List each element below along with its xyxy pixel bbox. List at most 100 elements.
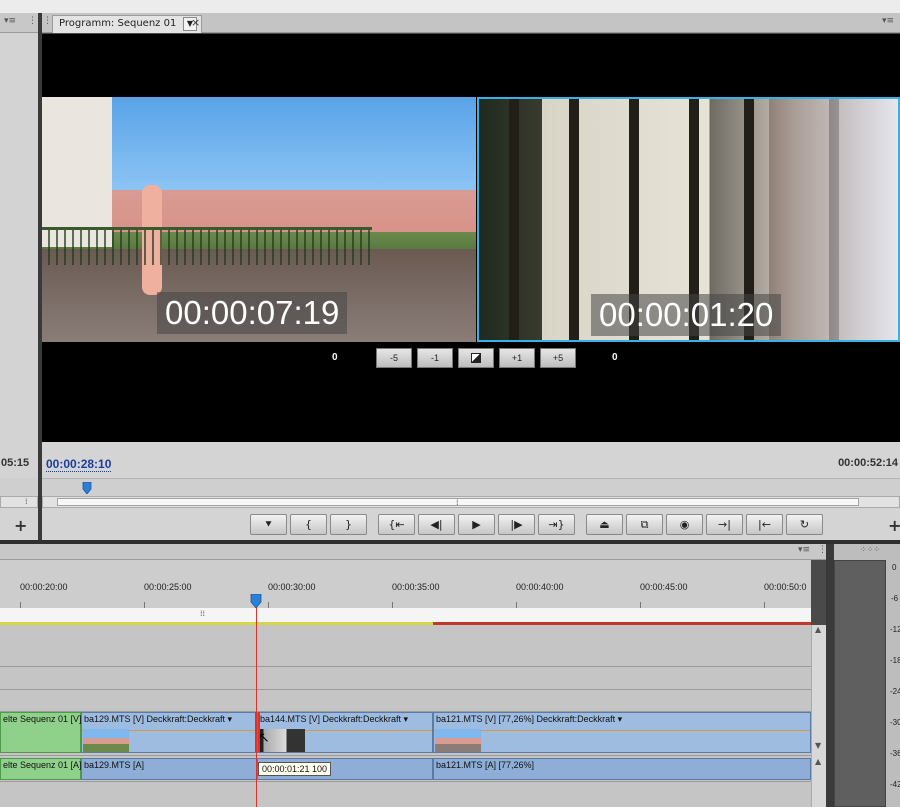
meter-label: -36 [890,749,900,758]
clip-title: ba121.MTS [A] [77,26%] [436,760,535,770]
monitor-time-ruler[interactable] [42,478,900,496]
track-divider [0,689,811,690]
go-to-in-icon: {⇤ [388,518,405,531]
clip-thumbnail [83,729,129,752]
timeline-ruler[interactable]: 00:00:20:00 00:00:25:00 00:00:30:00 00:0… [0,560,811,608]
play-icon: ▶ [472,518,481,531]
close-tab-icon[interactable]: × [191,16,200,29]
lift-button[interactable]: ⏏ [586,514,623,535]
button-editor-icon[interactable]: + [888,516,900,535]
scroll-handle-icon[interactable]: ⁞ [25,497,28,506]
overwrite-button[interactable]: |← [746,514,783,535]
panel-grip-icon[interactable]: ⋮ [43,16,52,26]
monitor-zoom-scrollbar[interactable]: ⁞ [42,496,900,508]
video-clip-ba144[interactable]: ba144.MTS [V] Deckkraft:Deckkraft ▾ [257,712,433,753]
panel-menu-icon[interactable]: ▾≡ [798,545,810,555]
marker-icon: ⯆ [264,518,273,531]
insert-button[interactable]: →| [706,514,743,535]
playhead-icon[interactable] [82,482,92,494]
current-timecode[interactable]: 00:00:28:10 [46,457,112,472]
incoming-clip-timecode: 00:00:01:20 [591,294,782,336]
add-marker-button[interactable]: ⯆ [250,514,287,535]
mark-out-icon: } [345,518,352,531]
left-panel-header: ▾≡ ⋮ [0,13,38,33]
trim-outgoing-offset: 0 [332,352,338,363]
program-monitor-header: ⋮ Programm: Sequenz 01 ▼ × ▾≡ [42,13,900,33]
timeline-playhead-icon[interactable] [250,594,262,608]
scrollbar-thumb[interactable]: ⁞ [57,498,859,507]
clip-title: ba129.MTS [V] Deckkraft:Deckkraft ▾ [84,714,233,724]
sequence-duration: 00:00:52:14 [838,457,898,469]
play-button[interactable]: ▶ [458,514,495,535]
add-button-icon[interactable]: + [14,516,27,535]
toggle-proxies-button[interactable]: ↻ [786,514,823,535]
audio-clip-ba121[interactable]: ba121.MTS [A] [77,26%] [433,758,811,780]
tab-program-monitor[interactable]: Programm: Sequenz 01 ▼ [52,15,202,33]
export-frame-button[interactable]: ◉ [666,514,703,535]
trim-type-icon [471,353,481,363]
track-divider [0,781,811,782]
monitor-timecode-row: 00:00:28:10 00:00:52:14 [42,442,900,478]
premiere-workspace: ▾≡ ⋮ 05:15 ⁞ + ⋮ Programm: Sequenz 01 ▼ … [0,0,900,807]
timeline-tracks[interactable]: elte Sequenz 01 [V] ba129.MTS [V] Deckkr… [0,625,811,807]
ruler-label: 00:00:25:00 [144,582,192,592]
clip-title: ba129.MTS [A] [84,760,145,770]
panel-grip-icon[interactable]: ⁘⁘⁘ [860,545,880,554]
panel-menu-icon[interactable]: ▾≡ [4,16,16,26]
mark-out-button[interactable]: } [330,514,367,535]
trim-plus-5-button[interactable]: +5 [540,348,576,368]
video-clip-ba129[interactable]: ba129.MTS [V] Deckkraft:Deckkraft ▾ [81,712,257,753]
step-forward-button[interactable]: |▶ [498,514,535,535]
trim-incoming-frame: 00:00:01:20 [477,97,900,342]
work-area-bar[interactable]: ⁞⁞ [0,608,811,623]
left-panel-scrollbar[interactable]: ⁞ [0,496,38,508]
clip-title: ba144.MTS [V] Deckkraft:Deckkraft ▾ [260,714,409,724]
timeline-playhead-line[interactable] [256,596,257,807]
step-back-button[interactable]: ◀| [418,514,455,535]
panel-gutter[interactable] [826,544,834,807]
scroll-down-icon[interactable]: ▼ [815,741,821,750]
trim-plus-1-button[interactable]: +1 [499,348,535,368]
audio-clip-nested-sequence[interactable]: elte Sequenz 01 [A] [0,758,82,780]
program-monitor-video[interactable]: 00:00:07:19 00:00:01:20 0 -5 -1 +1 +5 0 [42,34,900,442]
work-area-handle-icon[interactable]: ⁞⁞ [200,609,205,618]
go-to-in-button[interactable]: {⇤ [378,514,415,535]
opacity-rubberband[interactable] [434,730,810,731]
step-back-icon: ◀| [430,518,443,531]
scroll-up-icon[interactable]: ▲ [815,625,821,634]
panel-grip-icon[interactable]: ⋮ [28,16,37,26]
clip-title: elte Sequenz 01 [V] [3,714,82,724]
trim-type-button[interactable] [458,348,494,368]
left-panel-timecode-area: 05:15 [0,442,38,478]
extract-button[interactable]: ⧉ [626,514,663,535]
video-clip-nested-sequence[interactable]: elte Sequenz 01 [V] [0,712,82,753]
timeline-header: ▾≡ ⋮ [0,544,827,560]
video-clip-ba121[interactable]: ba121.MTS [V] [77,26%] Deckkraft:Deckkra… [433,712,811,753]
outgoing-clip-timecode: 00:00:07:19 [157,292,348,334]
fence-bar [569,99,579,340]
audio-meter-panel: ⁘⁘⁘ 0 -6 -12 -18 -24 -30 -36 -42 [834,544,900,807]
timeline-vertical-scrollbar[interactable]: ▲ ▼ ▲ [811,625,826,807]
trim-tooltip: 00:00:01:21 100 [258,762,332,776]
left-panel-ruler [0,478,38,496]
panel-menu-icon[interactable]: ▾≡ [882,16,894,26]
left-panel-controls: + [0,508,38,540]
scroll-up-icon[interactable]: ▲ [815,757,821,766]
tab-label: Programm: Sequenz 01 [59,18,177,29]
left-panel-timecode: 05:15 [1,457,30,469]
audio-meter-bar [834,560,886,807]
audio-clip-ba129[interactable]: ba129.MTS [A] [81,758,257,780]
overwrite-icon: |← [758,518,771,531]
scroll-handle-icon[interactable]: ⁞ [456,498,459,507]
man-shape [769,99,898,340]
trim-minus-1-button[interactable]: -1 [417,348,453,368]
mark-in-button[interactable]: { [290,514,327,535]
clip-title: elte Sequenz 01 [A] [3,760,82,770]
go-to-out-button[interactable]: ⇥} [538,514,575,535]
clip-thumbnail [435,729,481,752]
ruler-label: 00:00:45:00 [640,582,688,592]
trim-minus-5-button[interactable]: -5 [376,348,412,368]
insert-icon: →| [718,518,731,531]
fence-shape [42,227,372,265]
cursor-icon: ↖ [258,730,270,746]
